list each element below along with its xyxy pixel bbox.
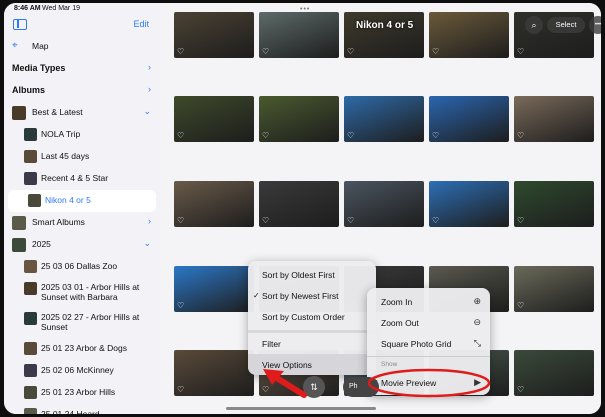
device-frame: 8:46 AM Wed Mar 19 ••• Edit ⌖ Map Media Ty… — [0, 0, 605, 417]
annotation-layer — [263, 368, 491, 398]
annotation-circle — [367, 368, 491, 398]
status-bar: 8:46 AM Wed Mar 19 ••• — [4, 3, 601, 15]
status-date: Wed Mar 19 — [42, 5, 80, 12]
screen: 8:46 AM Wed Mar 19 ••• Edit ⌖ Map Media Ty… — [4, 3, 601, 414]
multitask-dots[interactable]: ••• — [300, 6, 310, 13]
status-time: 8:46 AM — [14, 5, 41, 12]
